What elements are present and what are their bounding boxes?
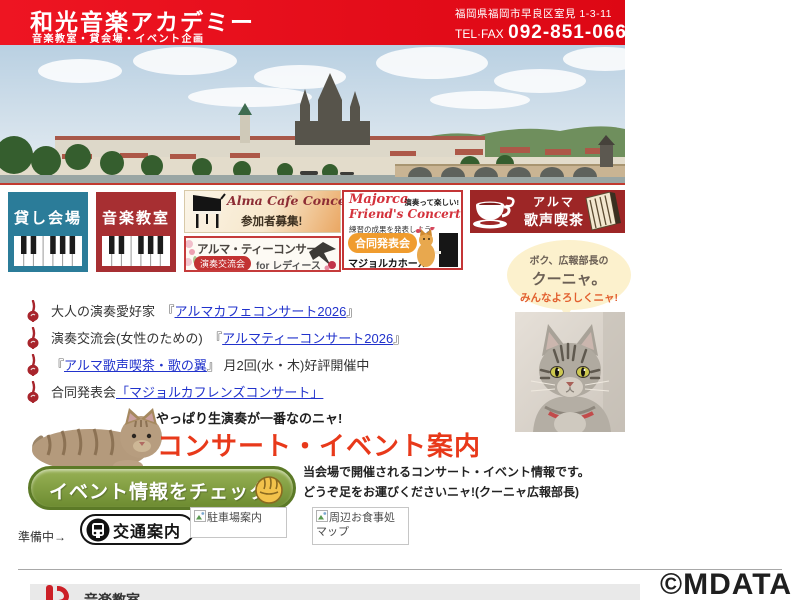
traffic-guide-button[interactable]: 交通案内 (80, 514, 196, 545)
paw-icon (255, 476, 283, 504)
majorca-title-1: Majorca (349, 192, 409, 207)
preparing-label: 準備中→ (18, 530, 67, 544)
banner-alma-cafe-concert[interactable]: Alma Cafe Concert 参加者募集! (184, 190, 358, 233)
news-item: 合同発表会 「マジョルカフレンズコンサート」 (26, 380, 526, 403)
tel-fax-label: TEL·FAX (455, 27, 504, 41)
bubble-line-1: ボク、広報部長の (529, 256, 609, 267)
news-link-alma-tea-2026[interactable]: アルマティーコンサート2026 (222, 328, 393, 347)
hero-bottom-rule (0, 183, 625, 185)
treble-clef-icon (27, 299, 39, 322)
header-bar: 和光音楽アカデミー 音楽教室・貸会場・イベント企画 福岡県福岡市早良区室見 1-… (0, 0, 637, 45)
piano-keys-icon (102, 236, 170, 266)
news-item: 大人の演奏愛好家 『アルマカフェコンサート2026』 (26, 299, 526, 322)
alma-cafe-title: Alma Cafe Concert (227, 193, 359, 208)
treble-clef-icon (27, 326, 39, 349)
news-link-alma-cafe-2026[interactable]: アルマカフェコンサート2026 (175, 301, 347, 320)
site-subtitle: 音楽教室・貸会場・イベント企画 (32, 34, 205, 45)
event-info-button[interactable]: イベント情報をチェック! (28, 466, 296, 510)
piano-keys-icon (14, 236, 82, 266)
bird-icon (309, 242, 336, 270)
banner-rental-hall[interactable]: 貸し会場 (8, 192, 88, 272)
footer-section-header: 音楽教室 (30, 584, 640, 600)
mascot-cat-photo (515, 312, 625, 437)
majorca-title-2: Friend's Concert (349, 207, 461, 221)
news-text-prefix: 合同発表会 (51, 385, 117, 400)
event-button-label: イベント情報をチェック! (49, 482, 277, 503)
utagoe-line2: 歌声喫茶 (524, 212, 584, 228)
concert-catchphrase: やっぱり生演奏が一番なのニャ! (156, 411, 343, 426)
cat-playing-piano-illustration (416, 227, 458, 267)
footer-section-title: 音楽教室 (84, 592, 140, 600)
alma-cafe-subtitle: 参加者募集! (241, 216, 303, 228)
news-list: 大人の演奏愛好家 『アルマカフェコンサート2026』 演奏交流会(女性のための)… (26, 299, 526, 408)
food-map-link[interactable]: 周辺お食事処マップ (312, 507, 409, 545)
alma-tea-badge: 演奏交流会 (194, 256, 252, 270)
news-link-utagoe-kissa[interactable]: アルマ歌声喫茶・歌の翼 (64, 355, 207, 374)
address: 福岡県福岡市早良区室見 1-3-11 (455, 8, 612, 20)
concert-description: 当会場で開催されるコンサート・イベント情報です。 どうぞ足をお運びくださいニャ!… (303, 462, 590, 503)
treble-clef-icon (27, 380, 39, 403)
bubble-line-2: クーニャ。 (531, 271, 607, 288)
banner-alma-utagoe-kissa[interactable]: アルマ 歌声喫茶 (470, 190, 625, 233)
prague-panorama-image (0, 45, 625, 185)
utagoe-line1: アルマ (533, 195, 575, 209)
news-text-suffix: 』 月2回(水・木)好評開催中 (206, 358, 370, 373)
rental-hall-label: 貸し会場 (13, 210, 82, 227)
news-item: 『アルマ歌声喫茶・歌の翼』 月2回(水・木)好評開催中 (26, 353, 526, 376)
parking-guide-link[interactable]: 駐車場案内 (190, 507, 287, 538)
news-link-majorca-friends[interactable]: 「マジョルカフレンズコンサート」 (116, 382, 323, 401)
hero-photo-prague (0, 45, 625, 185)
news-text-suffix: 』 (346, 304, 360, 319)
broken-image-icon (316, 510, 328, 522)
news-text-prefix: 大人の演奏愛好家 『 (51, 304, 175, 319)
news-item: 演奏交流会(女性のための) 『アルマティーコンサート2026』 (26, 326, 526, 349)
broken-image-icon (194, 510, 206, 522)
red-clef-icon (46, 585, 69, 600)
news-text-suffix: 』 (393, 331, 407, 346)
gray-tabby-cat-image (515, 312, 625, 436)
banner-alma-tea-concert[interactable]: アルマ・ティーコンサート 演奏交流会 for レディース (184, 236, 341, 272)
treble-clef-icon (27, 353, 39, 376)
parking-guide-label: 駐車場案内 (207, 512, 262, 524)
train-icon (86, 518, 110, 541)
majorca-joint-recital-badge: 合同発表会 (348, 233, 417, 253)
telephone: TEL·FAX 092-851-0661 (455, 22, 638, 44)
accordion-icon (585, 192, 621, 231)
concert-desc-line1: 当会場で開催されるコンサート・イベント情報です。 (303, 465, 590, 479)
banner-music-school[interactable]: 音楽教室 (96, 192, 176, 272)
banner-majorca-friends-concert[interactable]: Majorca 演奏って楽しい! Friend's Concert 練習の成果を… (342, 190, 463, 270)
grand-piano-icon (193, 193, 226, 228)
news-text-prefix: 演奏交流会(女性のための) 『 (51, 331, 223, 346)
news-text-prefix: 『 (51, 358, 65, 373)
concert-section-heading: コンサート・イベント案内 (157, 431, 482, 461)
watermark: ©MDATA (660, 568, 792, 600)
coffee-cup-icon (473, 196, 515, 229)
music-school-label: 音楽教室 (101, 210, 170, 227)
utagoe-banner-text: アルマ 歌声喫茶 (516, 193, 592, 230)
page: 和光音楽アカデミー 音楽教室・貸会場・イベント企画 福岡県福岡市早良区室見 1-… (0, 0, 800, 600)
header-contact: 福岡県福岡市早良区室見 1-3-11 TEL·FAX 092-851-0661 (455, 6, 638, 44)
tel-number: 092-851-0661 (508, 22, 639, 43)
concert-desc-line2: どうぞ足をお運びくださいニャ!(クーニャ広報部長) (303, 485, 579, 500)
traffic-guide-label: 交通案内 (113, 523, 182, 541)
